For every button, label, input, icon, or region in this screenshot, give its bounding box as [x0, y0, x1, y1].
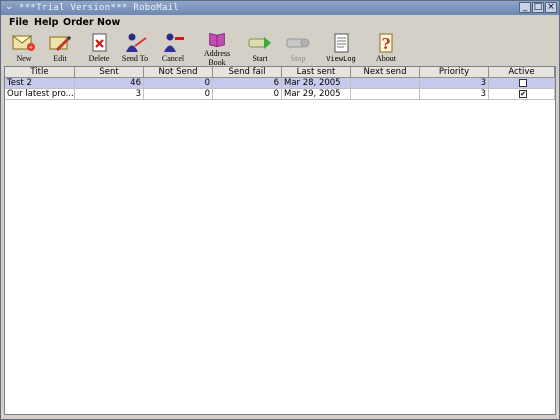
minimize-button[interactable]: _: [519, 2, 531, 13]
column-header-not-send[interactable]: Not Send: [144, 67, 213, 78]
edit-icon: [49, 35, 72, 52]
cancel-icon: [164, 33, 184, 52]
cancel-button[interactable]: Cancel: [157, 32, 189, 63]
cell-active: [489, 78, 555, 89]
delete-label: Delete: [88, 54, 110, 63]
new-icon: +: [11, 35, 35, 52]
active-checkbox[interactable]: ✔: [519, 90, 527, 98]
cell-send-fail: 0: [213, 89, 282, 100]
active-checkbox[interactable]: [519, 79, 527, 87]
cell-sent: 3: [75, 89, 144, 100]
stop-icon: [286, 38, 310, 48]
cell-next-send: [351, 78, 420, 89]
window-menu-icon[interactable]: ⌄: [3, 2, 15, 13]
cell-priority: 3: [420, 89, 489, 100]
cell-next-send: [351, 89, 420, 100]
column-header-last-sent[interactable]: Last sent: [282, 67, 351, 78]
send-to-icon: [126, 33, 147, 52]
cell-title: Our latest pro...: [5, 89, 75, 100]
cell-priority: 3: [420, 78, 489, 89]
new-button[interactable]: + New: [9, 32, 39, 63]
stop-button[interactable]: Stop: [281, 32, 315, 63]
toolbar: + New Edit Delete Send To Cancel Address…: [1, 30, 559, 67]
svg-text:?: ?: [382, 35, 391, 53]
stop-label: Stop: [290, 54, 306, 63]
cell-active: ✔: [489, 89, 555, 100]
cell-sent: 46: [75, 78, 144, 89]
window-title: ***Trial Version*** RoboMail: [19, 3, 180, 13]
about-icon: ?: [379, 33, 393, 53]
cell-title: Test 2: [5, 78, 75, 89]
cell-last-sent: Mar 29, 2005: [282, 89, 351, 100]
menu-help[interactable]: Help: [34, 16, 58, 29]
cancel-label: Cancel: [161, 54, 185, 63]
start-button[interactable]: Start: [243, 32, 277, 63]
title-bar[interactable]: ⌄ ***Trial Version*** RoboMail _ □ ×: [1, 1, 559, 15]
delete-button[interactable]: Delete: [84, 32, 114, 63]
send-to-button[interactable]: Send To: [118, 32, 152, 63]
app-window: ⌄ ***Trial Version*** RoboMail _ □ × Fil…: [0, 0, 560, 420]
about-button[interactable]: ? About: [371, 32, 401, 63]
edit-label: Edit: [53, 54, 67, 63]
column-header-send-fail[interactable]: Send fail: [213, 67, 282, 78]
svg-text:+: +: [29, 44, 33, 52]
address-book-button[interactable]: Address Book: [199, 31, 235, 67]
cell-not-send: 0: [144, 78, 213, 89]
column-header-sent[interactable]: Sent: [75, 67, 144, 78]
edit-button[interactable]: Edit: [45, 32, 75, 63]
view-log-label: ViewLog: [326, 55, 356, 63]
close-button[interactable]: ×: [545, 2, 557, 13]
table-row[interactable]: Test 2 46 0 6 Mar 28, 2005 3: [5, 78, 555, 89]
address-book-label-line1: Address: [203, 49, 231, 58]
cell-not-send: 0: [144, 89, 213, 100]
start-label: Start: [252, 54, 268, 63]
campaign-table[interactable]: Title Sent Not Send Send fail Last sent …: [4, 66, 556, 415]
new-label: New: [16, 54, 32, 63]
start-icon: [248, 37, 271, 49]
view-log-icon: [334, 33, 349, 53]
about-label: About: [376, 54, 396, 63]
column-header-priority[interactable]: Priority: [420, 67, 489, 78]
column-header-next-send[interactable]: Next send: [351, 67, 420, 78]
send-to-label: Send To: [121, 54, 149, 63]
table-header: Title Sent Not Send Send fail Last sent …: [5, 67, 555, 78]
menu-bar: File Help Order Now: [1, 15, 559, 30]
menu-order-now[interactable]: Order Now: [63, 16, 120, 29]
cell-send-fail: 6: [213, 78, 282, 89]
column-header-active[interactable]: Active: [489, 67, 555, 78]
delete-icon: [92, 33, 107, 52]
column-header-title[interactable]: Title: [5, 67, 75, 78]
menu-file[interactable]: File: [9, 16, 28, 29]
address-book-icon: [209, 32, 225, 47]
table-row[interactable]: Our latest pro... 3 0 0 Mar 29, 2005 3 ✔: [5, 89, 555, 100]
view-log-button[interactable]: ViewLog: [323, 32, 359, 64]
cell-last-sent: Mar 28, 2005: [282, 78, 351, 89]
maximize-button[interactable]: □: [532, 2, 544, 13]
